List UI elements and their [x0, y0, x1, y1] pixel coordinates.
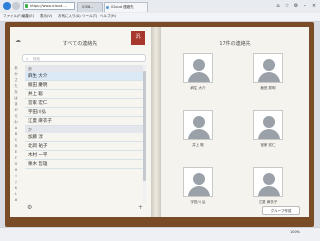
- address-url: https://www.icloud....: [30, 4, 67, 8]
- contact-list-item[interactable]: 宮家 宏仁: [25, 99, 145, 108]
- contact-list-item[interactable]: 井上 聡: [25, 90, 145, 99]
- scrollbar[interactable]: [143, 65, 146, 203]
- book-spine: [151, 27, 161, 217]
- contact-card[interactable]: 井上 聡: [183, 110, 213, 148]
- menu-file[interactable]: ファイル(F): [3, 14, 22, 19]
- forward-button[interactable]: [12, 2, 20, 10]
- contact-list-item[interactable]: 栗木 哲雄: [25, 160, 145, 169]
- add-contact-button[interactable]: +: [138, 204, 143, 211]
- group-title: すべての連絡先: [62, 41, 98, 47]
- section-header: か: [25, 126, 145, 133]
- bookmark-ribbon[interactable]: 汎: [131, 31, 145, 45]
- search-placeholder: 検索: [33, 56, 40, 61]
- contact-list: あ麻生 大介 飯田 慶明 井上 聡宮家 宏仁 宇田川弘 江夏 麻衣子か加藤 淳北岡 祐子…: [25, 65, 145, 203]
- star-icon[interactable]: ☆: [284, 3, 290, 9]
- contact-card[interactable]: 江夏 麻衣子: [253, 167, 283, 205]
- contact-card[interactable]: 宮家 宏仁: [253, 110, 283, 148]
- alphabet-index[interactable]: あかさたなはまやらわ A B C D E F G H I J K L #: [12, 65, 20, 205]
- contact-card[interactable]: 飯田 慶明: [253, 53, 283, 91]
- cloud-icon[interactable]: ☁: [15, 38, 23, 44]
- avatar-placeholder-icon: [253, 167, 283, 197]
- minimize-icon[interactable]: –: [302, 3, 308, 9]
- menu-edit[interactable]: 編集(E): [22, 14, 34, 19]
- menu-help[interactable]: ヘルプ(H): [100, 14, 116, 19]
- icloud-tab-icon: [106, 6, 109, 9]
- address-bar[interactable]: https://www.icloud....: [23, 2, 75, 10]
- contact-card-name: 麻生 大介: [190, 86, 206, 90]
- home-icon[interactable]: ⌂: [275, 3, 281, 9]
- zoom-level[interactable]: 100%: [290, 230, 300, 234]
- contact-card-name: 井上 聡: [192, 143, 204, 147]
- menu-bar: ファイル(F) 編集(E) 表示(V) お気に入り(A) ツール(T) ヘルプ(…: [0, 13, 320, 22]
- menu-view[interactable]: 表示(V): [40, 14, 52, 19]
- tab-label: iCloud 連絡先: [111, 5, 134, 9]
- contact-list-item[interactable]: 江夏 麻衣子: [25, 117, 145, 126]
- back-button[interactable]: [3, 2, 11, 10]
- avatar-placeholder-icon: [183, 53, 213, 83]
- avatar-placeholder-icon: [183, 167, 213, 197]
- avatar-placeholder-icon: [253, 110, 283, 140]
- contact-card[interactable]: 宇田川 弘: [183, 167, 213, 205]
- status-bar: [0, 227, 320, 241]
- settings-gear-icon[interactable]: ⚙: [27, 204, 32, 211]
- search-input[interactable]: ⌕ 検索: [22, 54, 146, 62]
- contact-list-item[interactable]: 加藤 淳: [25, 133, 145, 142]
- create-group-button[interactable]: グループ作成: [262, 206, 300, 215]
- contact-list-item[interactable]: 北岡 祐子: [25, 142, 145, 151]
- contact-list-item[interactable]: 木村 一平: [25, 151, 145, 160]
- contact-list-item[interactable]: 宇田川弘: [25, 108, 145, 117]
- menu-tools[interactable]: ツール(T): [82, 14, 97, 19]
- menu-favorites[interactable]: お気に入り(A): [58, 14, 81, 19]
- search-icon: ⌕: [26, 56, 29, 61]
- contact-count-title: 17件の連絡先: [219, 41, 251, 47]
- scrollbar-thumb[interactable]: [143, 71, 146, 181]
- avatar-placeholder-icon: [253, 53, 283, 83]
- browser-tab[interactable]: iOS8...: [77, 2, 103, 12]
- contact-card-name: 江夏 麻衣子: [258, 200, 278, 204]
- avatar-placeholder-icon: [183, 110, 213, 140]
- alphabet-index-letter[interactable]: #: [12, 197, 20, 203]
- tab-label: iOS8...: [82, 5, 94, 9]
- close-icon[interactable]: ×: [311, 3, 317, 9]
- contact-card-name: 飯田 慶明: [260, 86, 276, 90]
- browser-tab-active[interactable]: iCloud 連絡先: [104, 2, 148, 12]
- lock-icon: [25, 4, 28, 8]
- section-header: あ: [25, 65, 145, 72]
- contact-card-name: 宇田川 弘: [190, 200, 206, 204]
- gear-icon[interactable]: ⚙: [293, 3, 299, 9]
- contact-card[interactable]: 麻生 大介: [183, 53, 213, 91]
- contact-card-name: 宮家 宏仁: [260, 143, 276, 147]
- contact-list-item[interactable]: 飯田 慶明: [25, 81, 145, 90]
- contact-list-item[interactable]: 麻生 大介: [25, 72, 145, 81]
